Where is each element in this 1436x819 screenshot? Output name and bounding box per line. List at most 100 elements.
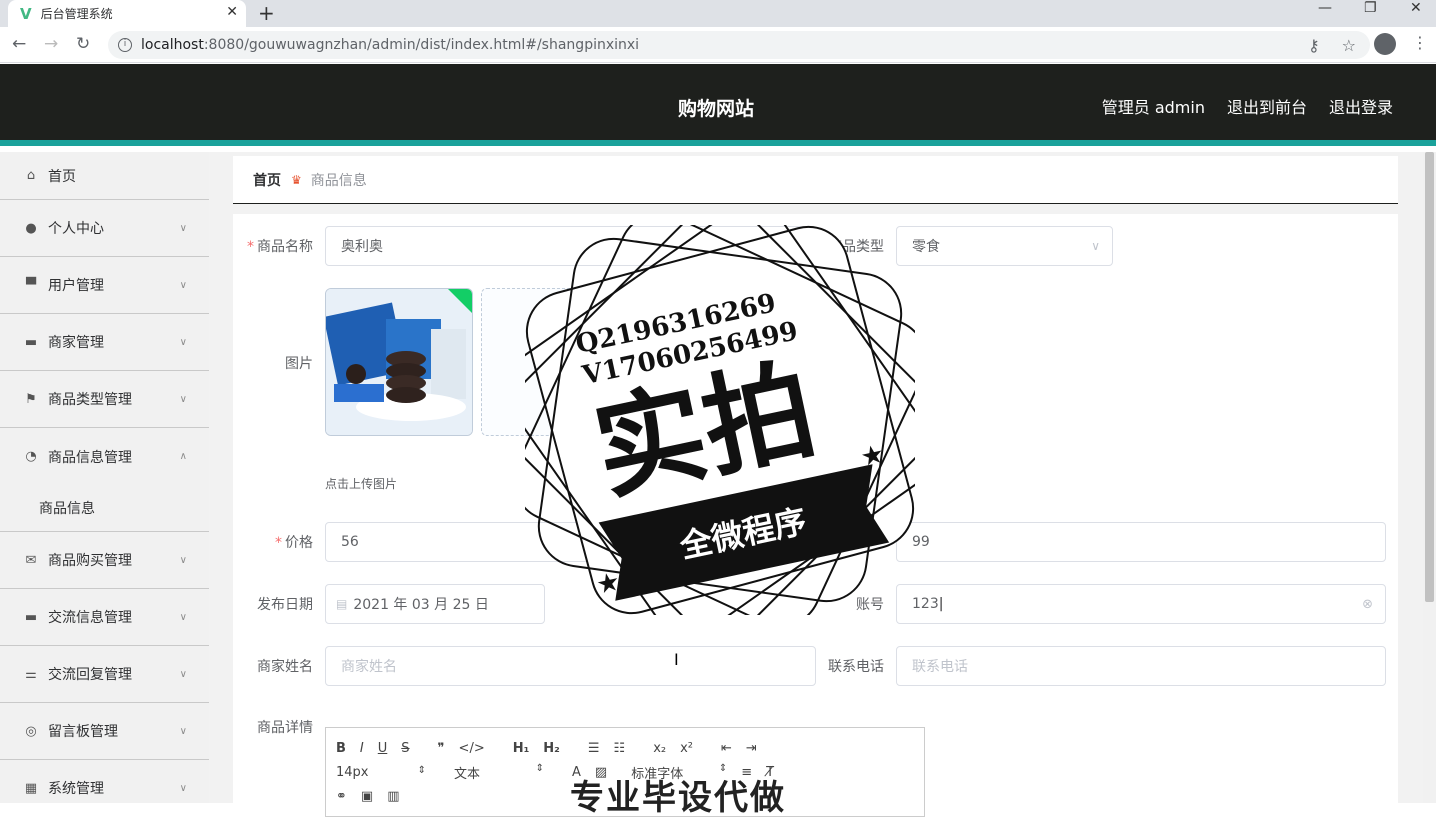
strike-icon[interactable]: S <box>401 741 409 756</box>
browser-tab[interactable]: V 后台管理系统 ✕ <box>8 0 246 27</box>
image-icon[interactable]: ▣ <box>361 789 373 804</box>
breadcrumb-home[interactable]: 首页 <box>253 170 281 190</box>
lifebuoy-icon: ◎ <box>25 723 37 739</box>
minimize-icon[interactable]: — <box>1318 0 1332 16</box>
user-icon: ● <box>25 220 37 236</box>
sidebar-subitem-goods-info[interactable]: 商品信息 <box>0 485 209 532</box>
exit-to-front-link[interactable]: 退出到前台 <box>1227 94 1307 118</box>
image-label: 图片 <box>285 356 313 372</box>
bullet-list-icon[interactable]: ☷ <box>614 741 626 756</box>
browser-tab-bar: V 后台管理系统 ✕ + — ❐ ✕ <box>0 0 1436 27</box>
forward-icon[interactable]: → <box>44 34 58 54</box>
sidebar-item-label: 留言板管理 <box>48 724 118 740</box>
sidebar-item-personal-center[interactable]: ● 个人中心 ∨ <box>0 200 209 257</box>
chevron-down-icon: ∨ <box>179 725 187 737</box>
sidebar-item-label: 商品信息管理 <box>48 449 132 466</box>
date-picker[interactable]: ▤ 2021 年 03 月 25 日 <box>325 584 545 624</box>
reload-icon[interactable]: ↻ <box>76 34 90 54</box>
mail-icon: ✉ <box>25 552 37 568</box>
chevron-down-icon: ∨ <box>179 554 187 566</box>
browser-menu-icon[interactable]: ⋮ <box>1412 33 1428 52</box>
chevron-up-icon: ∧ <box>179 451 187 462</box>
underline-icon[interactable]: U <box>378 741 388 756</box>
sidebar-item-purchase-manage[interactable]: ✉ 商品购买管理 ∨ <box>0 532 209 589</box>
upload-trigger[interactable]: + <box>481 288 629 436</box>
sidebar-item-exchange-manage[interactable]: ▬ 交流信息管理 ∨ <box>0 589 209 646</box>
quote-icon[interactable]: ❞ <box>438 741 445 756</box>
app-header: 购物网站 管理员 admin 退出到前台 退出登录 <box>0 64 1436 146</box>
goods-type-label: * 商品类型 <box>818 239 884 255</box>
account-value: 123 <box>912 596 939 612</box>
phone-input[interactable]: 联系电话 <box>896 646 1386 686</box>
profile-avatar-icon[interactable] <box>1374 33 1396 55</box>
code-icon[interactable]: </> <box>459 741 485 756</box>
site-info-icon[interactable]: i <box>118 38 132 52</box>
sidebar-item-merchant-manage[interactable]: ▬ 商家管理 ∨ <box>0 314 209 371</box>
bold-icon[interactable]: B <box>336 741 346 756</box>
qty-input[interactable]: 99 <box>896 522 1386 562</box>
plus-icon: + <box>542 344 568 380</box>
calendar-icon: ▤ <box>336 597 348 611</box>
chevron-down-icon: ∨ <box>179 393 187 405</box>
sidebar-item-label: 个人中心 <box>48 221 104 237</box>
sidebar-item-label: 系统管理 <box>48 781 104 797</box>
wallet-icon: ▬ <box>24 334 38 350</box>
chat-icon: ▬ <box>24 609 38 625</box>
uploaded-image-card[interactable] <box>325 288 473 436</box>
text-type-select[interactable]: 文本 ⇕ <box>454 763 544 782</box>
sidebar-item-home[interactable]: ⌂ 首页 <box>0 152 209 200</box>
sidebar-item-label: 交流回复管理 <box>48 667 132 683</box>
video-icon[interactable]: ▥ <box>387 789 399 804</box>
italic-icon[interactable]: I <box>360 741 364 756</box>
detail-label: 商品详情 <box>257 720 313 736</box>
h1-icon[interactable]: H₁ <box>513 741 530 756</box>
goods-name-label: * 商品名称 <box>247 239 313 255</box>
sidebar-item-goods-info-manage[interactable]: ◔ 商品信息管理 ∧ <box>0 428 209 485</box>
outdent-icon[interactable]: ⇤ <box>721 741 732 756</box>
logout-link[interactable]: 退出登录 <box>1329 94 1393 118</box>
font-size-select[interactable]: 14px ⇕ <box>336 765 426 780</box>
sidebar-item-reply-manage[interactable]: ⚌ 交流回复管理 ∨ <box>0 646 209 703</box>
star-icon[interactable]: ☆ <box>1342 36 1356 55</box>
back-icon[interactable]: ← <box>12 34 26 54</box>
restore-icon[interactable]: ❐ <box>1364 0 1377 16</box>
indent-icon[interactable]: ⇥ <box>746 741 757 756</box>
sliders-icon: ⚌ <box>25 666 37 682</box>
ordered-list-icon[interactable]: ☰ <box>588 741 600 756</box>
clear-icon[interactable]: ⊗ <box>1362 597 1373 612</box>
chevron-down-icon: ∨ <box>179 279 187 291</box>
page-scrollbar-thumb[interactable] <box>1425 152 1434 602</box>
h2-icon[interactable]: H₂ <box>543 741 560 756</box>
oreo-product-image <box>326 289 472 435</box>
superscript-icon[interactable]: x² <box>680 741 693 756</box>
close-window-icon[interactable]: ✕ <box>1410 0 1422 16</box>
key-icon[interactable]: ⚷ <box>1308 36 1320 55</box>
sidebar-item-board-manage[interactable]: ◎ 留言板管理 ∨ <box>0 703 209 760</box>
sidebar: ⌂ 首页 ● 个人中心 ∨ ▀ 用户管理 ∨ ▬ 商家管理 ∨ ⚑ 商品类型管理… <box>0 152 209 803</box>
chevron-down-icon: ∨ <box>179 611 187 623</box>
sidebar-item-label: 商品购买管理 <box>48 553 132 569</box>
admin-label: 管理员 admin <box>1101 98 1205 117</box>
goods-name-input[interactable]: 奥利奥 <box>325 226 816 266</box>
breadcrumb: 首页 ♛ 商品信息 <box>233 156 1398 204</box>
close-tab-icon[interactable]: ✕ <box>226 4 238 20</box>
chevron-down-icon: ∨ <box>179 668 187 680</box>
new-tab-icon[interactable]: + <box>258 1 275 25</box>
merchant-input[interactable]: 商家姓名 <box>325 646 816 686</box>
gauge-icon: ◔ <box>25 449 37 464</box>
breadcrumb-separator-icon: ♛ <box>291 172 302 187</box>
link-icon[interactable]: ⚭ <box>336 789 347 804</box>
url-input[interactable]: i localhost :8080/gouwuwagnzhan/admin/di… <box>108 31 1370 59</box>
price-label: * 价格 <box>275 535 313 551</box>
goods-type-select[interactable]: 零食 ∨ <box>896 226 1113 266</box>
sidebar-item-user-manage[interactable]: ▀ 用户管理 ∨ <box>0 257 209 314</box>
sidebar-item-category-manage[interactable]: ⚑ 商品类型管理 ∨ <box>0 371 209 428</box>
date-label: 发布日期 <box>257 597 313 613</box>
price-input[interactable]: 56 <box>325 522 816 562</box>
app-title: 购物网站 <box>678 98 755 120</box>
main-content: 首页 ♛ 商品信息 * 商品名称 奥利奥 * 商品类型 零食 ∨ 图片 + 点击… <box>209 152 1423 817</box>
subscript-icon[interactable]: x₂ <box>653 741 666 756</box>
account-input[interactable]: 123 | ⊗ <box>896 584 1386 624</box>
url-path: :8080/gouwuwagnzhan/admin/dist/index.htm… <box>203 37 640 53</box>
sidebar-item-system-manage[interactable]: ▦ 系统管理 ∨ <box>0 760 209 803</box>
